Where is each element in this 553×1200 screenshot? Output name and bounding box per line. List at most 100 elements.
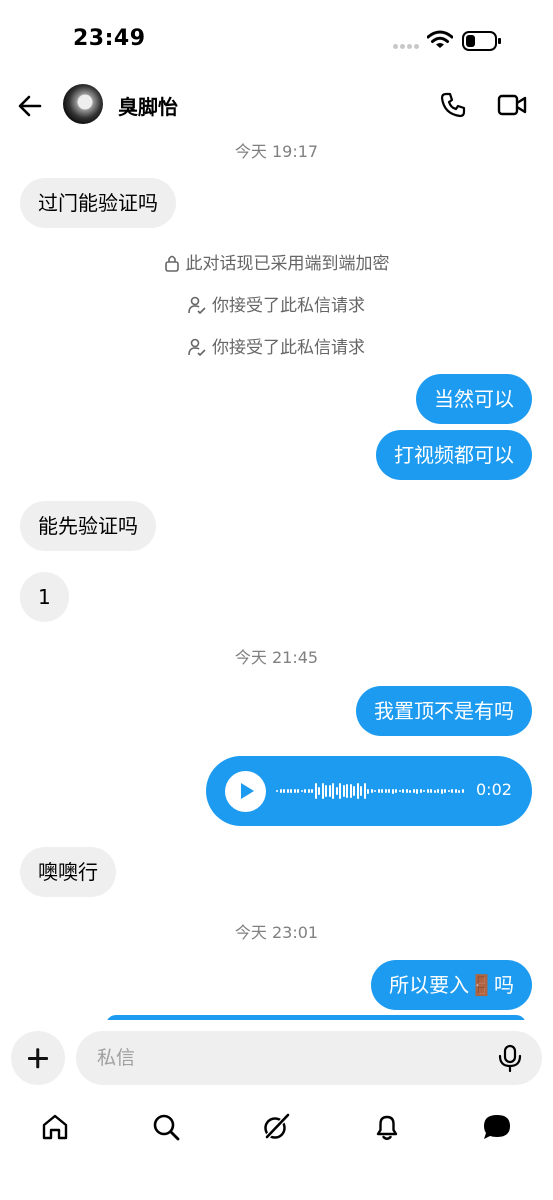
waveform-bar	[349, 783, 352, 799]
waveform-bar	[440, 788, 443, 794]
microphone-icon[interactable]	[497, 1044, 523, 1076]
conversation[interactable]: 今天 19:17 过门能验证吗 此对话现已采用端到端加密 你接受了此私信请求 你…	[0, 132, 553, 1020]
waveform-bar	[360, 786, 362, 796]
home-icon[interactable]	[40, 1112, 70, 1146]
search-icon[interactable]	[151, 1112, 181, 1146]
message-incoming[interactable]: 能先验证吗	[20, 501, 156, 551]
message-incoming[interactable]: 1	[20, 572, 69, 622]
waveform-bar	[307, 788, 310, 794]
voice-duration: 0:02	[476, 780, 512, 799]
waveform-bar	[290, 789, 292, 793]
system-notice-request: 你接受了此私信请求	[0, 333, 553, 358]
waveform-bar	[419, 788, 422, 794]
waveform-bar	[447, 789, 450, 793]
play-icon[interactable]	[225, 771, 266, 812]
voice-message[interactable]: 0:02	[206, 756, 532, 826]
waveform-bar	[398, 789, 401, 793]
cellular-signal-icon	[393, 44, 421, 50]
waveform-bar	[363, 783, 366, 799]
waveform-bar	[384, 789, 387, 793]
system-notice-request: 你接受了此私信请求	[0, 291, 553, 316]
phone-call-icon[interactable]	[439, 91, 467, 123]
grok-icon[interactable]	[261, 1112, 291, 1146]
waveform-bar	[335, 786, 338, 796]
notifications-icon[interactable]	[372, 1112, 402, 1146]
waveform-bar	[314, 783, 317, 799]
messages-icon[interactable]	[482, 1112, 512, 1146]
waveform-bar	[328, 784, 331, 798]
waveform-bar	[451, 788, 453, 794]
waveform-bar	[304, 788, 306, 794]
system-notice-text: 此对话现已采用端到端加密	[185, 254, 390, 274]
waveform-bar	[391, 788, 394, 794]
waveform-bar	[321, 783, 324, 799]
waveform-bar	[458, 789, 460, 793]
system-notice-encryption: 此对话现已采用端到端加密	[0, 249, 553, 274]
waveform-bar	[381, 788, 383, 794]
lock-icon	[164, 255, 179, 272]
waveform-bar	[433, 789, 436, 793]
waveform-bar	[454, 788, 457, 794]
waveform-bar	[388, 789, 390, 793]
message-incoming[interactable]: 噢噢行	[20, 847, 116, 897]
system-notice-text: 你接受了此私信请求	[212, 296, 365, 316]
person-check-icon	[188, 296, 206, 315]
waveform-bar	[318, 786, 320, 796]
waveform-bar	[412, 789, 415, 793]
waveform-bar	[276, 790, 278, 792]
system-notice-text: 你接受了此私信请求	[212, 338, 365, 358]
waveform-bar	[279, 788, 282, 794]
waveform-bar	[423, 789, 425, 793]
waveform-bar	[395, 788, 397, 794]
waveform-bar	[311, 789, 313, 793]
waveform-bar	[444, 788, 446, 794]
timestamp: 今天 23:01	[234, 923, 319, 942]
waveform-bar	[300, 789, 303, 793]
person-check-icon	[188, 338, 206, 357]
timestamp: 今天 19:17	[234, 142, 319, 161]
waveform-bar	[405, 788, 408, 794]
message-outgoing[interactable]: 我置顶不是有吗	[356, 686, 532, 736]
waveform-bar	[377, 788, 380, 794]
waveform-bar	[409, 789, 411, 793]
waveform-bar	[332, 783, 334, 799]
message-incoming[interactable]: 过门能验证吗	[20, 178, 176, 228]
contact-name[interactable]: 臭脚怡	[118, 91, 178, 120]
waveform-bar	[370, 788, 373, 794]
message-outgoing[interactable]: 当然可以	[416, 374, 532, 424]
waveform-bar	[325, 784, 327, 798]
bottom-navigation	[0, 1100, 553, 1160]
waveform-bar	[461, 789, 464, 793]
waveform-bar	[342, 785, 345, 797]
waveform-bar	[416, 788, 418, 794]
battery-icon	[462, 31, 502, 51]
wifi-icon	[426, 30, 454, 54]
waveform-bar	[367, 788, 369, 794]
video-call-icon[interactable]	[497, 93, 527, 121]
chat-header: 臭脚怡	[0, 80, 553, 132]
add-attachment-button[interactable]	[11, 1031, 65, 1085]
timestamp: 今天 21:45	[234, 648, 319, 667]
back-arrow-icon[interactable]	[16, 92, 44, 124]
message-outgoing-partial[interactable]	[106, 1015, 526, 1020]
waveform-bar	[402, 788, 404, 794]
waveform-bar	[339, 783, 341, 799]
waveform-bar	[353, 785, 355, 797]
waveform-bar	[374, 789, 376, 793]
message-outgoing[interactable]: 打视频都可以	[376, 430, 532, 480]
waveform	[276, 776, 466, 806]
waveform-bar	[437, 789, 439, 793]
waveform-bar	[286, 789, 289, 793]
composer	[0, 1030, 553, 1086]
waveform-bar	[356, 783, 359, 799]
avatar[interactable]	[63, 84, 103, 124]
waveform-bar	[293, 788, 296, 794]
waveform-bar	[430, 788, 432, 794]
message-input[interactable]	[76, 1031, 542, 1085]
message-outgoing[interactable]: 所以要入🚪吗	[371, 960, 532, 1010]
waveform-bar	[283, 788, 285, 794]
status-bar: 23:49	[0, 0, 553, 80]
waveform-bar	[426, 788, 429, 794]
status-time: 23:49	[73, 26, 146, 51]
waveform-bar	[346, 783, 348, 799]
